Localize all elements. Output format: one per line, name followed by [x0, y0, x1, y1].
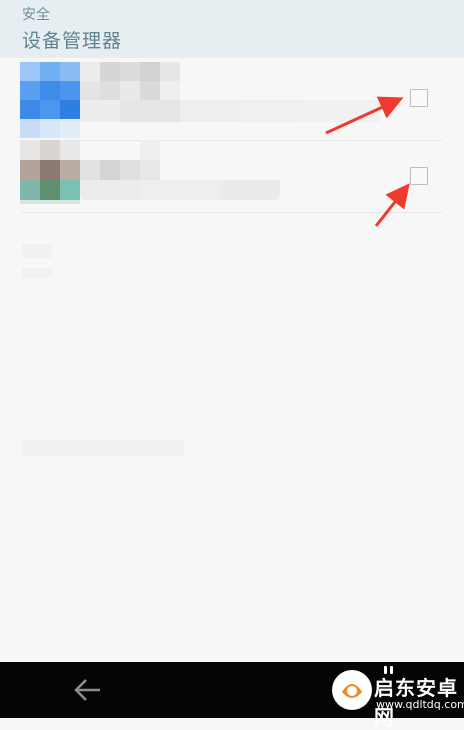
- watermark: 启东安卓网 www.qdltdq.com: [332, 666, 464, 729]
- watermark-logo-icon: [332, 670, 372, 710]
- arrow-to-checkbox-1: [325, 96, 404, 135]
- annotation-arrows: [325, 96, 410, 227]
- watermark-url: www.qdltdq.com: [376, 698, 464, 711]
- arrow-to-checkbox-2: [374, 183, 410, 227]
- back-arrow-icon[interactable]: [72, 676, 102, 704]
